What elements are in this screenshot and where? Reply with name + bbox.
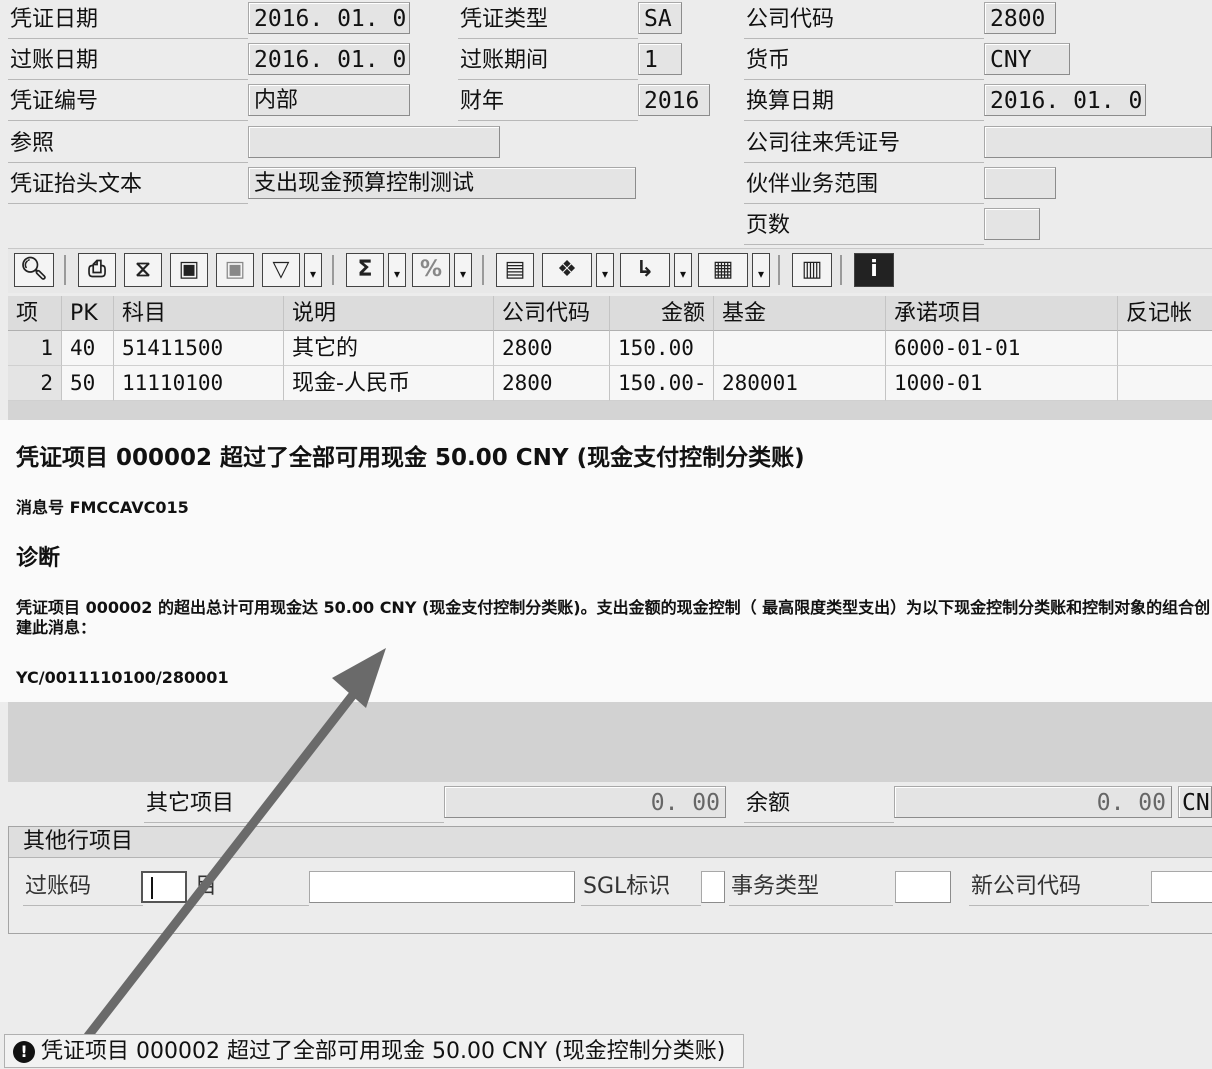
status-bar[interactable]: ! 凭证项目 000002 超过了全部可用现金 50.00 CNY (现金控制分类… (4, 1034, 744, 1068)
annotation-arrow-icon (83, 648, 386, 1041)
warning-icon: ! (13, 1041, 35, 1063)
status-message: 凭证项目 000002 超过了全部可用现金 50.00 CNY (现金控制分类账… (41, 1039, 726, 1064)
